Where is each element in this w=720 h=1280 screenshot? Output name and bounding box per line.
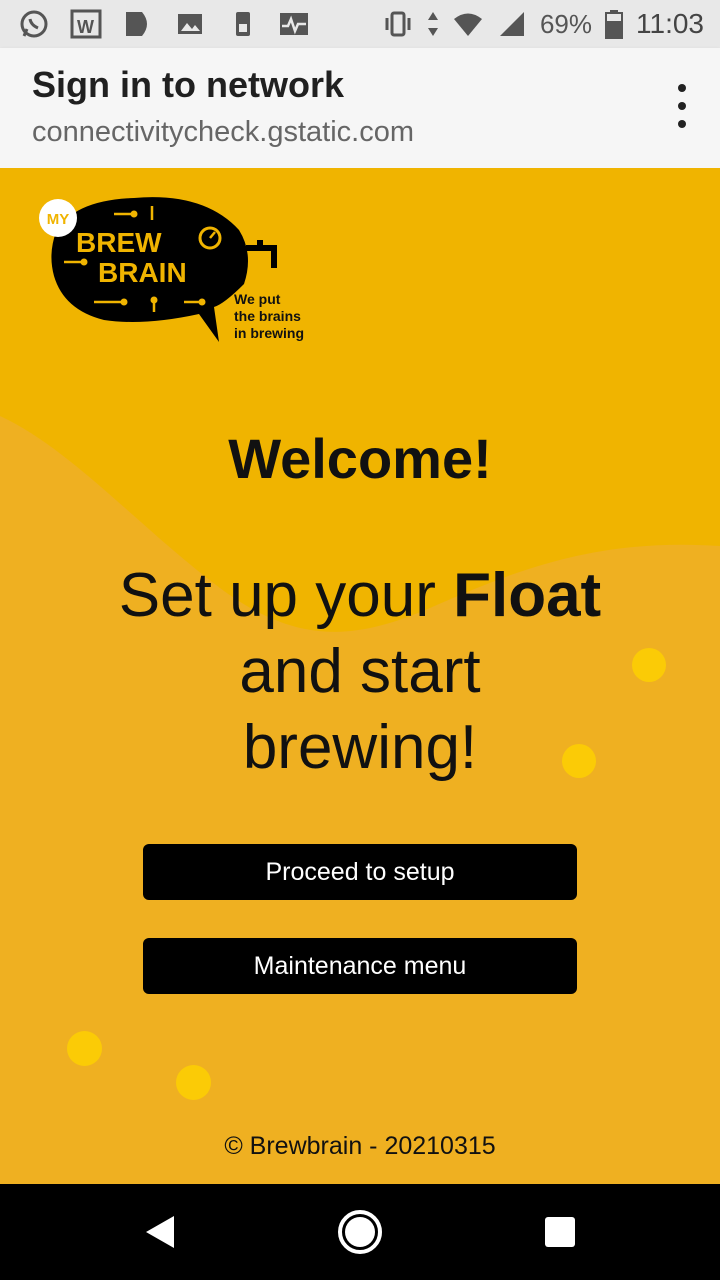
headline-line-2: and start xyxy=(239,637,481,706)
recents-icon[interactable] xyxy=(536,1208,584,1256)
signal-icon xyxy=(496,8,528,40)
headline-line-3: brewing! xyxy=(242,713,478,782)
whatsapp-icon xyxy=(18,8,50,40)
play-icon xyxy=(122,8,154,40)
image-icon xyxy=(174,8,206,40)
decorative-bubble xyxy=(176,1065,211,1100)
home-icon[interactable] xyxy=(336,1208,384,1256)
vibrate-icon xyxy=(382,8,414,40)
wifi-icon xyxy=(452,8,484,40)
status-bar: W 69% 11:03 xyxy=(0,0,720,48)
sim-card-icon xyxy=(226,8,258,40)
proceed-to-setup-button[interactable]: Proceed to setup xyxy=(143,844,577,900)
battery-percent: 69% xyxy=(539,8,592,39)
word-icon: W xyxy=(70,8,102,40)
logo-tagline-3: in brewing xyxy=(234,325,304,341)
activity-icon xyxy=(278,8,310,40)
page-url: connectivitycheck.gstatic.com xyxy=(32,116,414,148)
headline-pre: Set up your xyxy=(118,561,454,630)
decorative-bubble xyxy=(632,648,666,682)
logo-tagline-1: We put xyxy=(234,291,281,307)
decorative-bubble xyxy=(562,744,596,778)
more-vert-icon[interactable] xyxy=(670,84,694,128)
system-nav-bar xyxy=(0,1184,720,1280)
logo-badge: MY xyxy=(47,211,70,228)
data-arrows-icon xyxy=(426,8,440,40)
maintenance-menu-button[interactable]: Maintenance menu xyxy=(143,938,577,994)
logo-tagline-2: the brains xyxy=(234,308,301,324)
setup-headline: Set up your Float and start brewing! xyxy=(0,558,720,786)
svg-text:W: W xyxy=(77,17,94,37)
welcome-heading: Welcome! xyxy=(228,427,492,490)
back-icon[interactable] xyxy=(136,1208,184,1256)
logo-line1: BREW xyxy=(76,227,162,258)
page-content: MY BREW BRAIN We put the brains in brewi… xyxy=(0,168,720,1184)
decorative-bubble xyxy=(67,1031,102,1066)
brewbrain-logo: MY BREW BRAIN We put the brains in brewi… xyxy=(34,192,334,357)
clock: 11:03 xyxy=(636,8,704,39)
logo-line2: BRAIN xyxy=(98,257,187,288)
captive-portal-header: Sign in to network connectivitycheck.gst… xyxy=(0,48,720,168)
battery-icon xyxy=(604,8,624,40)
headline-float: Float xyxy=(453,561,602,630)
page-title: Sign in to network xyxy=(32,64,344,105)
copyright-footer: © Brewbrain - 20210315 xyxy=(224,1132,496,1160)
